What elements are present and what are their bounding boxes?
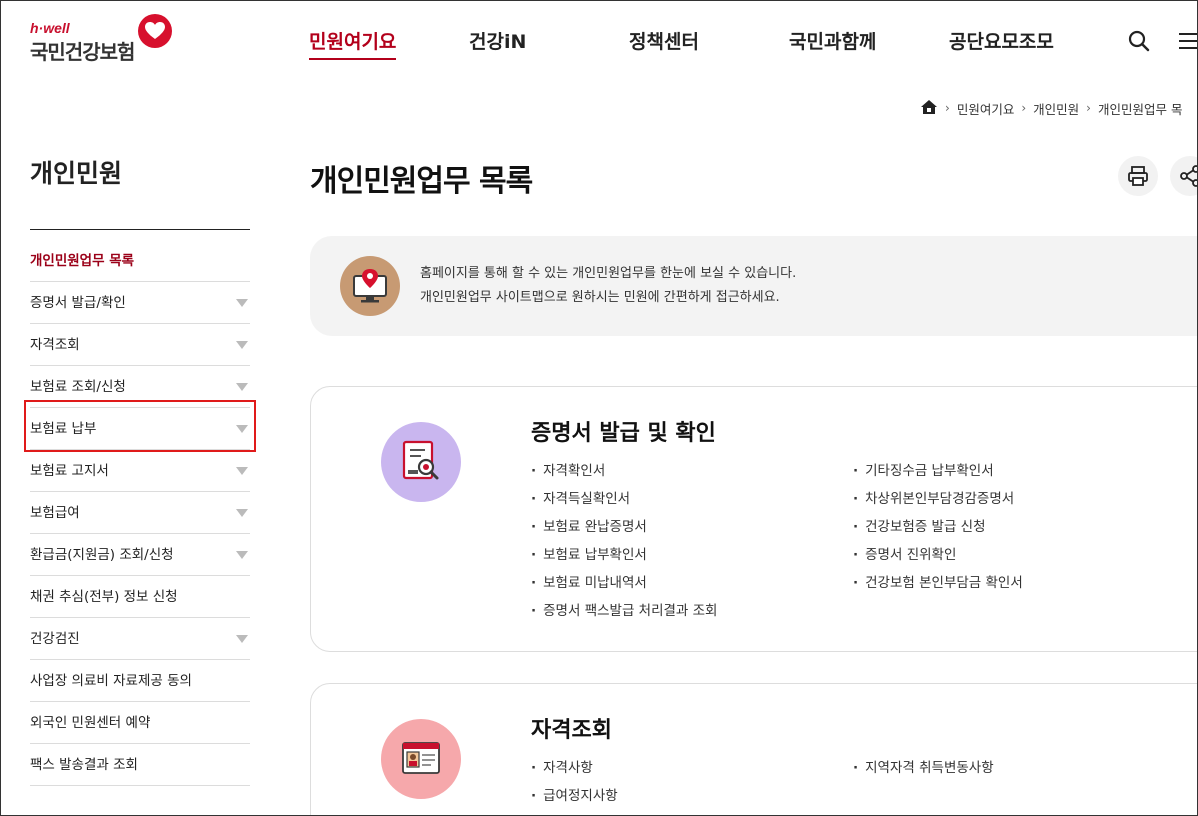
service-link[interactable]: 차상위본인부담경감증명서 [853,485,1023,513]
card-link-column: 자격사항 급여정지사항 [531,754,618,810]
service-card-eligibility: 자격조회 자격사항 급여정지사항 지역자격 취득변동사항 [310,683,1198,816]
site-logo[interactable]: h·well 국민건강보험 [30,14,180,66]
service-link[interactable]: 급여정지사항 [531,782,618,810]
sidebar-item-label: 개인민원업무 목록 [30,253,135,269]
service-link[interactable]: 자격득실확인서 [531,485,717,513]
service-link[interactable]: 증명서 팩스발급 처리결과 조회 [531,597,717,625]
site-header: h·well 국민건강보험 민원여기요 건강iN 정책센터 국민과함께 공단요모… [0,0,1198,88]
triangle-down-icon [236,467,248,475]
sidebar-item-label: 자격조회 [30,337,80,353]
page-title: 개인민원업무 목록 [310,164,533,199]
print-button[interactable] [1118,156,1158,196]
sidebar-item-checkup[interactable]: 건강검진 [30,618,250,660]
sidebar-divider [30,229,250,230]
sidebar-item-certificate[interactable]: 증명서 발급/확인 [30,282,250,324]
chevron-right-icon: › [1086,101,1091,115]
service-link[interactable]: 기타징수금 납부확인서 [853,457,1023,485]
sidebar-item-label: 보험료 고지서 [30,463,109,479]
service-link[interactable]: 지역자격 취득변동사항 [853,754,994,782]
notice-line: 개인민원업무 사이트맵으로 원하시는 민원에 간편하게 접근하세요. [420,290,780,305]
location-monitor-icon [340,256,400,316]
service-link[interactable]: 보험료 납부확인서 [531,541,717,569]
sidebar-item-refund[interactable]: 환급금(지원금) 조회/신청 [30,534,250,576]
service-link[interactable]: 건강보험증 발급 신청 [853,513,1023,541]
sidebar-item-label: 보험급여 [30,505,80,521]
logo-tagline: h·well [30,20,70,36]
service-link[interactable]: 보험료 완납증명서 [531,513,717,541]
sidebar-menu: 개인민원업무 목록 증명서 발급/확인 자격조회 보험료 조회/신청 보험료 납… [30,240,250,786]
nav-item-policy-center[interactable]: 정책센터 [629,26,699,58]
card-link-column: 기타징수금 납부확인서 차상위본인부담경감증명서 건강보험증 발급 신청 증명서… [853,457,1023,597]
sidebar-item-label: 외국인 민원센터 예약 [30,715,151,731]
triangle-down-icon [236,299,248,307]
nav-item-health-in[interactable]: 건강iN [469,26,526,58]
notice-text: 홈페이지를 통해 할 수 있는 개인민원업무를 한눈에 보실 수 있습니다. 개… [420,262,796,310]
sidebar-item-label: 팩스 발송결과 조회 [30,757,138,773]
triangle-down-icon [236,551,248,559]
chevron-right-icon: › [945,101,950,115]
sidebar-item-label: 환급금(지원금) 조회/신청 [30,547,174,563]
sidebar-item-premium-bill[interactable]: 보험료 고지서 [30,450,250,492]
sidebar-item-medical-consent[interactable]: 사업장 의료비 자료제공 동의 [30,660,250,702]
chevron-right-icon: › [1021,101,1027,115]
certificate-search-icon [381,422,461,502]
sidebar-item-benefits[interactable]: 보험급여 [30,492,250,534]
breadcrumb-item[interactable]: 민원여기요 [957,99,1015,118]
heart-icon [138,14,172,48]
sidebar-item-service-list[interactable]: 개인민원업무 목록 [30,240,250,282]
sidebar-item-fax-result[interactable]: 팩스 발송결과 조회 [30,744,250,786]
highlight-box [24,400,256,452]
service-link[interactable]: 보험료 미납내역서 [531,569,717,597]
card-link-column: 지역자격 취득변동사항 [853,754,994,782]
service-card-certificate: 증명서 발급 및 확인 자격확인서 자격득실확인서 보험료 완납증명서 보험료 … [310,386,1198,652]
triangle-down-icon [236,341,248,349]
sidebar-title: 개인민원 [30,159,123,188]
breadcrumb-item[interactable]: 개인민원 [1033,99,1079,118]
sidebar-item-foreigner-reservation[interactable]: 외국인 민원센터 예약 [30,702,250,744]
sidebar-item-label: 증명서 발급/확인 [30,295,126,311]
service-link[interactable]: 건강보험 본인부담금 확인서 [853,569,1023,597]
home-icon[interactable] [920,99,938,118]
info-notice: 홈페이지를 통해 할 수 있는 개인민원업무를 한눈에 보실 수 있습니다. 개… [310,236,1198,336]
nav-item-together[interactable]: 국민과함께 [789,26,876,58]
sidebar-item-eligibility[interactable]: 자격조회 [30,324,250,366]
sidebar-item-label: 보험료 조회/신청 [30,379,126,395]
menu-icon[interactable] [1179,32,1198,50]
service-link[interactable]: 자격확인서 [531,457,717,485]
card-link-column: 자격확인서 자격득실확인서 보험료 완납증명서 보험료 납부확인서 보험료 미납… [531,457,717,625]
nav-item-minwon[interactable]: 민원여기요 [309,26,397,60]
id-card-icon [381,719,461,799]
logo-name: 국민건강보험 [30,40,135,64]
breadcrumb: › 민원여기요 › 개인민원 › 개인민원업무 목 [920,98,1182,118]
sidebar-item-label: 채권 추심(전부) 정보 신청 [30,589,178,605]
card-title: 증명서 발급 및 확인 [531,421,716,446]
breadcrumb-current: 개인민원업무 목 [1097,101,1183,117]
search-icon[interactable] [1127,29,1151,53]
notice-line: 홈페이지를 통해 할 수 있는 개인민원업무를 한눈에 보실 수 있습니다. [420,266,797,281]
nav-item-about[interactable]: 공단요모조모 [949,26,1054,58]
sidebar-item-label: 건강검진 [30,631,80,647]
triangle-down-icon [236,383,248,391]
triangle-down-icon [236,635,248,643]
sidebar-item-label: 사업장 의료비 자료제공 동의 [30,673,192,689]
triangle-down-icon [236,509,248,517]
sidebar-item-debt-collection[interactable]: 채권 추심(전부) 정보 신청 [30,576,250,618]
service-link[interactable]: 증명서 진위확인 [853,541,1023,569]
share-button[interactable] [1170,156,1198,196]
card-title: 자격조회 [531,718,612,743]
service-link[interactable]: 자격사항 [531,754,618,782]
